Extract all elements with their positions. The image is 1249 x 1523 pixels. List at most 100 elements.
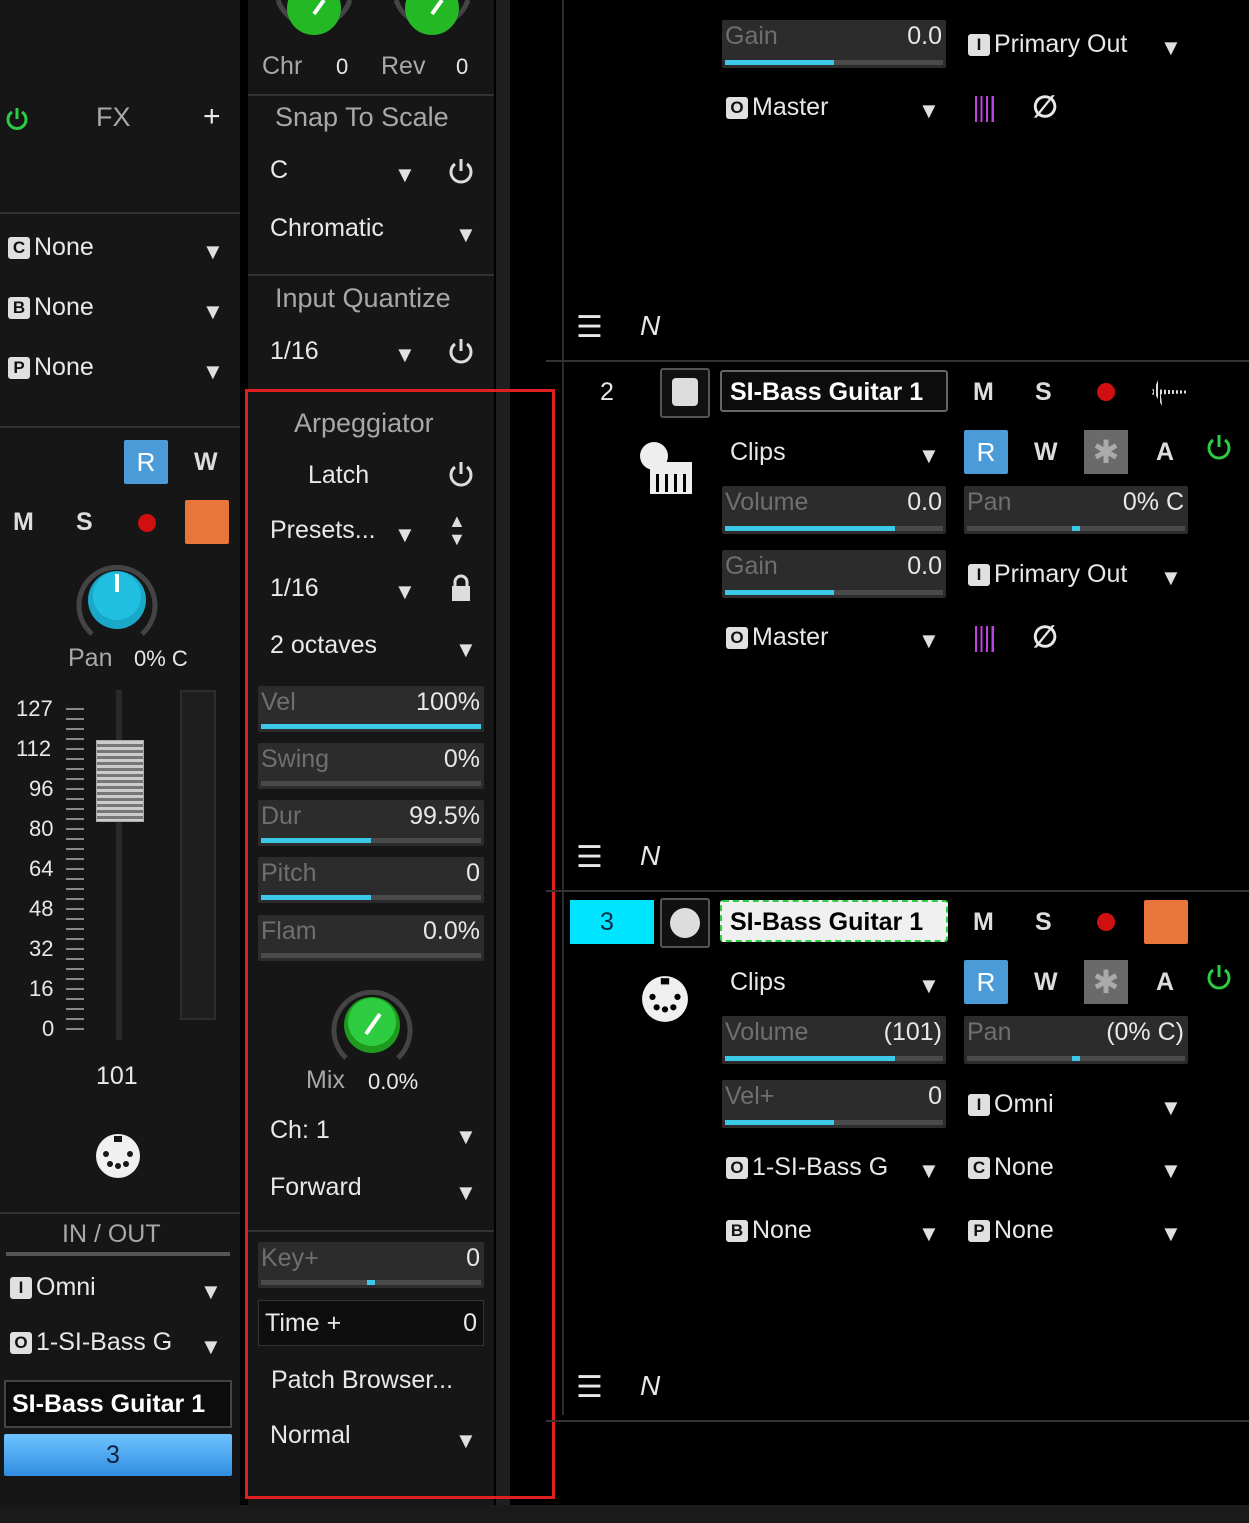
t3-send-b-dropdown-icon[interactable]: ▼ <box>918 1221 940 1247</box>
t3-write-automation-button[interactable]: W <box>1034 968 1058 997</box>
t2-output-select[interactable]: I Primary Out <box>968 560 1127 589</box>
t1-master-select[interactable]: O Master <box>726 93 828 122</box>
t3-input-dropdown-icon[interactable]: ▼ <box>1160 1095 1182 1121</box>
t1-master-dropdown-icon[interactable]: ▼ <box>918 98 940 124</box>
record-arm-icon[interactable] <box>138 514 156 532</box>
send-b-select[interactable]: B None <box>8 293 94 322</box>
t2-automation-freeze-icon[interactable]: ✱ <box>1084 430 1128 474</box>
t1-gain-slider[interactable]: Gain 0.0 <box>722 20 946 68</box>
t3-send-b-select[interactable]: B None <box>726 1216 812 1245</box>
t2-pan-slider[interactable]: Pan 0% C <box>964 486 1188 534</box>
t2-stereo-icon[interactable] <box>972 626 1000 652</box>
snap-scale-select[interactable]: Chromatic <box>270 214 384 243</box>
send-c-select[interactable]: C None <box>8 233 94 262</box>
t1-note-icon[interactable]: N <box>640 310 660 342</box>
t3-send-c-dropdown-icon[interactable]: ▼ <box>1160 1158 1182 1184</box>
fx-add-button[interactable]: + <box>203 100 221 134</box>
t3-track-name[interactable]: SI-Bass Guitar 1 <box>720 900 948 942</box>
inout-underline <box>6 1252 230 1256</box>
input-dropdown-icon[interactable]: ▼ <box>200 1279 222 1305</box>
input-value: Omni <box>36 1273 96 1301</box>
t1-collapse-icon[interactable]: ☰ <box>576 310 603 345</box>
slider-track <box>725 526 943 531</box>
t3-send-c-select[interactable]: C None <box>968 1153 1054 1182</box>
t3-clips-dropdown-icon[interactable]: ▼ <box>918 973 940 999</box>
t3-volume-slider[interactable]: Volume (101) <box>722 1016 946 1064</box>
t2-waveform-icon[interactable] <box>1152 378 1186 406</box>
t2-solo-button[interactable]: S <box>1035 378 1052 407</box>
t2-read-automation-button[interactable]: R <box>964 430 1008 474</box>
t2-phase-icon[interactable]: ∅ <box>1032 620 1058 655</box>
t2-collapse-icon[interactable]: ☰ <box>576 840 603 875</box>
snap-to-scale-title: Snap To Scale <box>275 102 449 132</box>
t2-instrument-button[interactable] <box>660 368 710 418</box>
t2-output-dropdown-icon[interactable]: ▼ <box>1160 565 1182 591</box>
t1-phase-icon[interactable]: ∅ <box>1032 90 1058 125</box>
send-p-dropdown-icon[interactable]: ▼ <box>202 359 224 385</box>
t2-note-icon[interactable]: N <box>640 840 660 872</box>
t3-automation-button[interactable]: A <box>1156 968 1174 997</box>
volume-fader-handle[interactable] <box>96 740 144 822</box>
snap-power-icon[interactable] <box>448 158 474 184</box>
t2-volume-slider[interactable]: Volume 0.0 <box>722 486 946 534</box>
t1-output-dropdown-icon[interactable]: ▼ <box>1160 35 1182 61</box>
mute-button[interactable]: M <box>13 508 34 537</box>
t3-output-select[interactable]: O 1-SI-Bass G <box>726 1153 888 1182</box>
t3-vel-slider[interactable]: Vel+ 0 <box>722 1080 946 1128</box>
snap-key-select[interactable]: C <box>270 156 288 185</box>
t3-note-icon[interactable]: N <box>640 1370 660 1402</box>
input-quantize-select[interactable]: 1/16 <box>270 337 319 366</box>
t3-clips-select[interactable]: Clips <box>730 968 786 997</box>
t2-write-automation-button[interactable]: W <box>1034 438 1058 467</box>
input-echo-icon[interactable] <box>185 500 229 544</box>
t2-clips-select[interactable]: Clips <box>730 438 786 467</box>
t2-power-icon[interactable] <box>1206 434 1232 460</box>
write-automation-button[interactable]: W <box>194 448 218 477</box>
strip-track-name[interactable]: SI-Bass Guitar 1 <box>4 1380 232 1428</box>
bottom-scrollbar[interactable] <box>0 1505 1249 1523</box>
t1-stereo-icon[interactable] <box>972 96 1000 122</box>
t2-mute-button[interactable]: M <box>973 378 994 407</box>
t3-midi-button[interactable] <box>660 898 710 948</box>
snap-key-dropdown-icon[interactable]: ▼ <box>394 162 416 188</box>
t3-send-p-dropdown-icon[interactable]: ▼ <box>1160 1221 1182 1247</box>
chorus-knob[interactable] <box>272 0 356 46</box>
t3-number-selected[interactable]: 3 <box>570 900 654 944</box>
output-dropdown-icon[interactable]: ▼ <box>200 1334 222 1360</box>
divider <box>0 1212 240 1214</box>
fx-power-icon[interactable] <box>4 106 30 132</box>
t3-power-icon[interactable] <box>1206 964 1232 990</box>
t3-automation-freeze-icon[interactable]: ✱ <box>1084 960 1128 1004</box>
t3-input-echo-icon[interactable] <box>1144 900 1188 944</box>
input-select[interactable]: I Omni <box>10 1273 96 1302</box>
t2-automation-button[interactable]: A <box>1156 438 1174 467</box>
t3-pan-slider[interactable]: Pan (0% C) <box>964 1016 1188 1064</box>
send-p-select[interactable]: P None <box>8 353 94 382</box>
pan-knob[interactable] <box>72 558 162 642</box>
t2-master-dropdown-icon[interactable]: ▼ <box>918 628 940 654</box>
t3-collapse-icon[interactable]: ☰ <box>576 1370 603 1405</box>
input-quantize-power-icon[interactable] <box>448 338 474 364</box>
t3-record-arm-icon[interactable] <box>1097 913 1115 931</box>
t3-read-automation-button[interactable]: R <box>964 960 1008 1004</box>
read-automation-button[interactable]: R <box>124 440 168 484</box>
t3-mute-button[interactable]: M <box>973 908 994 937</box>
send-c-dropdown-icon[interactable]: ▼ <box>202 239 224 265</box>
t2-clips-dropdown-icon[interactable]: ▼ <box>918 443 940 469</box>
t3-solo-button[interactable]: S <box>1035 908 1052 937</box>
t2-record-arm-icon[interactable] <box>1097 383 1115 401</box>
output-select[interactable]: O 1-SI-Bass G <box>10 1328 172 1357</box>
t2-gain-slider[interactable]: Gain 0.0 <box>722 550 946 598</box>
solo-button[interactable]: S <box>76 508 93 537</box>
t3-output-dropdown-icon[interactable]: ▼ <box>918 1158 940 1184</box>
t1-output-select[interactable]: I Primary Out <box>968 30 1127 59</box>
input-quantize-dropdown-icon[interactable]: ▼ <box>394 342 416 368</box>
strip-track-number[interactable]: 3 <box>4 1434 232 1476</box>
reverb-knob[interactable] <box>390 0 474 46</box>
t2-master-select[interactable]: O Master <box>726 623 828 652</box>
t3-send-p-select[interactable]: P None <box>968 1216 1054 1245</box>
snap-scale-dropdown-icon[interactable]: ▼ <box>455 222 477 248</box>
t3-input-select[interactable]: I Omni <box>968 1090 1054 1119</box>
send-b-dropdown-icon[interactable]: ▼ <box>202 299 224 325</box>
t2-track-name[interactable]: SI-Bass Guitar 1 <box>720 370 948 412</box>
